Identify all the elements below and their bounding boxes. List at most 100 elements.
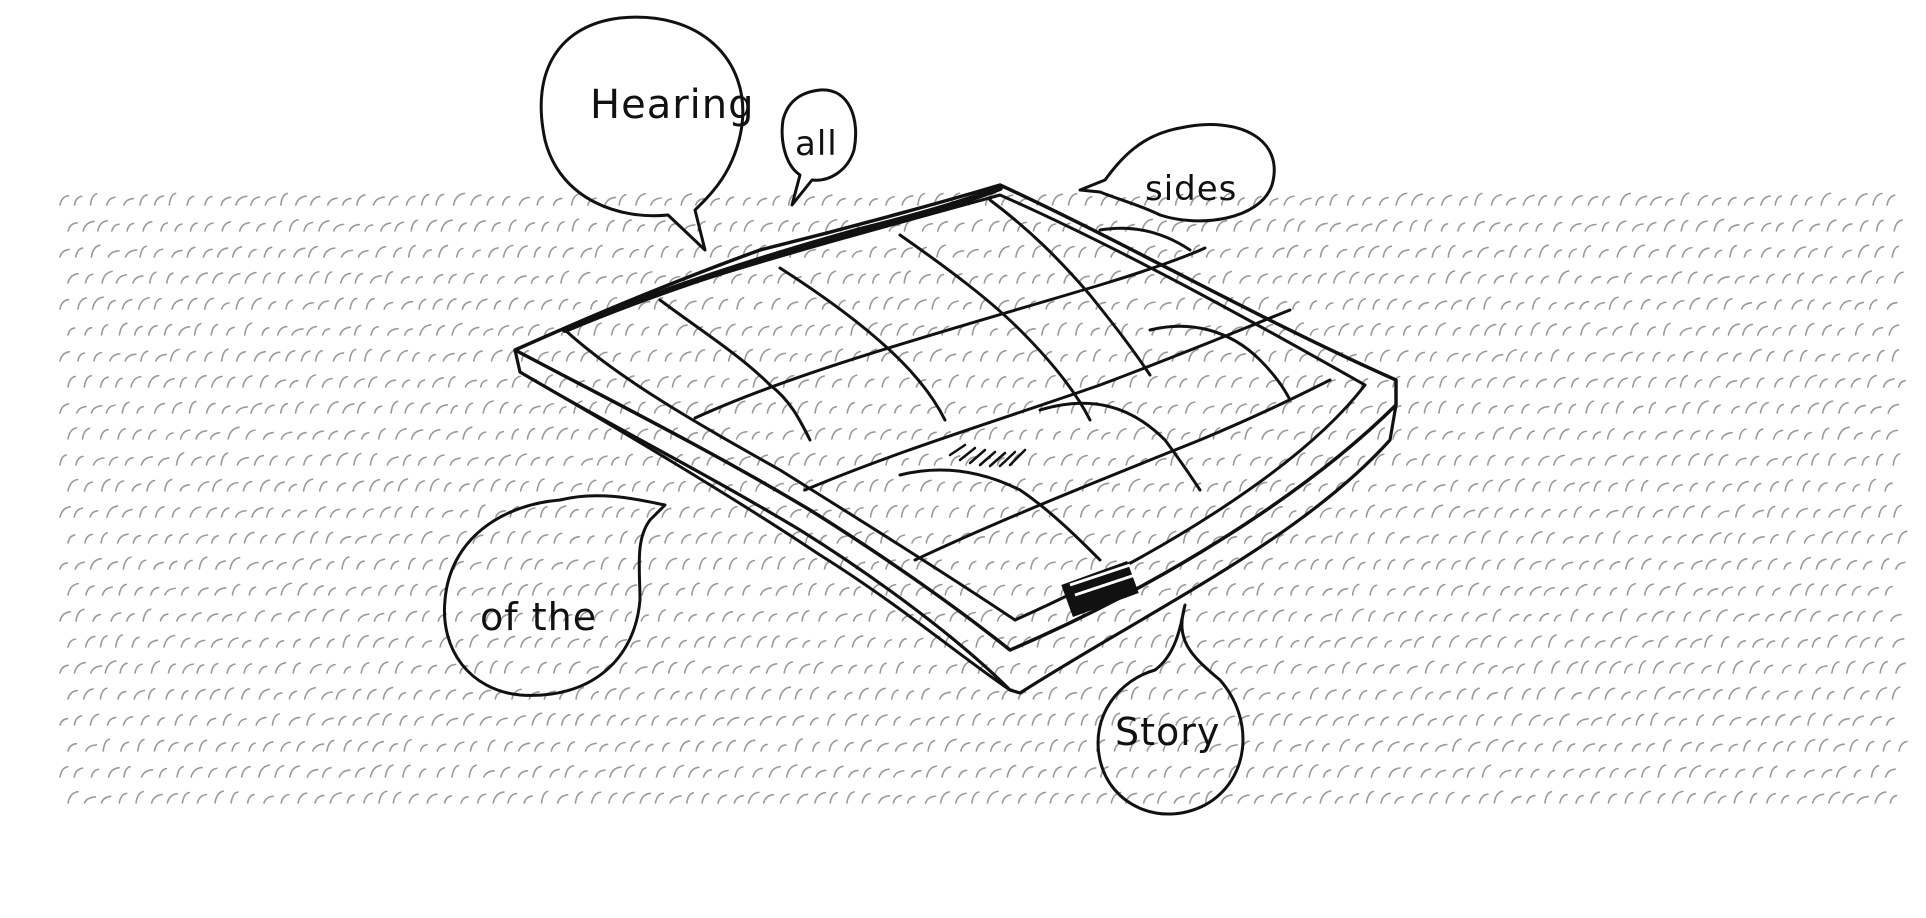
hatch-mark: [517, 769, 529, 778]
hatch-mark: [653, 220, 666, 232]
hatch-mark: [250, 402, 263, 414]
hatch-mark: [176, 613, 187, 622]
hatch-mark: [732, 665, 743, 674]
hatch-mark: [157, 457, 170, 466]
hatch-mark: [1815, 665, 1828, 674]
hatch-mark: [1457, 432, 1466, 440]
hatch-mark: [1781, 273, 1792, 284]
hatch-mark: [210, 535, 219, 544]
hatch-mark: [421, 610, 430, 622]
hatch-mark: [1631, 375, 1642, 388]
hatch-mark: [569, 508, 579, 518]
hatch-mark: [1585, 378, 1599, 388]
hatch-mark: [1002, 218, 1015, 232]
hatch-mark: [1737, 532, 1746, 544]
hatch-mark: [701, 666, 712, 674]
hatch-mark: [285, 456, 295, 466]
hatch-mark: [944, 401, 956, 414]
hatch-mark: [263, 246, 273, 258]
hatch-mark: [808, 582, 817, 596]
hatch-mark: [367, 712, 380, 726]
hatch-mark: [1671, 271, 1683, 284]
hatch-mark: [220, 302, 230, 310]
hatch-mark: [894, 404, 902, 414]
hatch-mark: [1076, 454, 1088, 466]
hatch-mark: [202, 248, 213, 258]
hatch-mark: [1892, 453, 1901, 466]
hatch-mark: [187, 297, 198, 310]
hatch-mark: [836, 250, 847, 258]
hatch-mark: [292, 662, 301, 674]
hatch-mark: [1594, 640, 1606, 648]
hatch-mark: [1772, 740, 1784, 752]
hatch-mark: [989, 768, 1002, 778]
hatch-mark: [947, 300, 959, 310]
hatch-mark: [1828, 508, 1841, 518]
hatch-mark: [545, 275, 554, 284]
hatch-mark: [1322, 587, 1333, 596]
hatch-mark: [556, 221, 565, 232]
hatch-mark: [1590, 275, 1602, 284]
hatch-mark: [599, 635, 609, 648]
hatch-mark: [1530, 635, 1542, 648]
hatch-mark: [1636, 689, 1648, 700]
hatch-mark: [1010, 662, 1021, 674]
hatch-mark: [1108, 457, 1117, 466]
hatch-mark: [1225, 661, 1237, 674]
hatch-mark: [1679, 327, 1693, 336]
hatch-mark: [140, 769, 154, 778]
hatch-mark: [401, 300, 414, 310]
hatch-mark: [1897, 379, 1906, 388]
hatch-mark: [1467, 483, 1479, 492]
hatch-mark: [590, 791, 602, 804]
hatch-mark: [1002, 712, 1016, 726]
hatch-mark: [1615, 220, 1627, 232]
hatch-mark: [1188, 792, 1201, 804]
hatch-mark: [1854, 323, 1864, 336]
hatch-mark: [195, 534, 209, 544]
hatch-mark: [640, 614, 649, 622]
hatch-mark: [169, 348, 180, 362]
hatch-mark: [695, 532, 708, 544]
hatch-mark: [1667, 354, 1676, 362]
hatch-mark: [312, 743, 325, 752]
hatch-mark: [1292, 764, 1303, 778]
hatch-mark: [1019, 429, 1027, 440]
hatch-mark: [1695, 220, 1708, 232]
hatch-mark: [1289, 744, 1302, 752]
hatch-mark: [1446, 352, 1459, 362]
hatch-mark: [124, 353, 137, 362]
hatch-mark: [602, 480, 614, 492]
hatch-mark: [789, 508, 802, 518]
hatch-mark: [1032, 222, 1041, 232]
hatch-mark: [1471, 378, 1482, 388]
hatch-mark: [779, 793, 791, 804]
hatch-mark: [427, 664, 438, 674]
hatch-mark: [753, 301, 763, 310]
hatch-mark: [1345, 428, 1356, 440]
hatch-mark: [1176, 297, 1186, 310]
hatch-mark: [1283, 713, 1293, 726]
hatch-mark: [1828, 791, 1841, 804]
hatch-mark: [1307, 665, 1318, 674]
hatch-mark: [1156, 506, 1167, 518]
hatch-mark: [791, 222, 801, 232]
hatch-mark: [569, 535, 580, 544]
hatch-mark: [276, 561, 287, 570]
hatch-mark: [1575, 583, 1588, 596]
hatch-mark: [1148, 686, 1157, 700]
hatch-mark: [1875, 275, 1884, 284]
hatch-mark: [85, 585, 95, 596]
hatch-mark: [1112, 505, 1125, 518]
hatch-mark: [1534, 352, 1543, 362]
hatch-mark: [1324, 558, 1334, 570]
hatch-mark: [1256, 664, 1268, 674]
hatch-mark: [353, 452, 362, 466]
hatch-mark: [523, 795, 533, 804]
hatch-mark: [1226, 583, 1237, 596]
hatch-mark: [1882, 378, 1895, 388]
hatch-mark: [1860, 506, 1872, 518]
hatch-mark: [651, 715, 660, 726]
hatch-mark: [1467, 582, 1480, 596]
hatch-mark: [1493, 790, 1504, 804]
